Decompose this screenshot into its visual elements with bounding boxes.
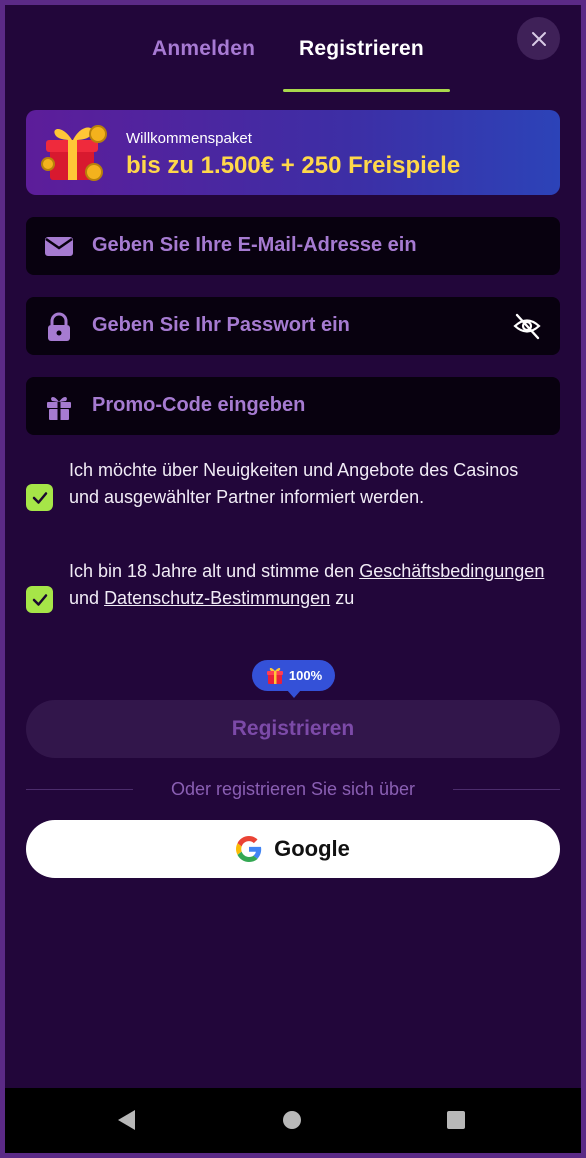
system-nav-bar [5, 1088, 581, 1153]
divider-text: Oder registrieren Sie sich über [170, 779, 416, 799]
gift-coins-icon [41, 125, 107, 181]
welcome-banner[interactable]: Willkommenspaket bis zu 1.500€ + 250 Fre… [26, 110, 560, 195]
promo-placeholder: Promo-Code eingeben [92, 394, 306, 416]
eye-off-icon[interactable] [512, 311, 542, 341]
password-placeholder: Geben Sie Ihr Passwort ein [92, 314, 350, 336]
bonus-badge: 100% [252, 660, 335, 698]
recents-icon[interactable] [446, 1110, 466, 1130]
google-label: Google [274, 836, 350, 861]
age-and: und [69, 588, 100, 608]
terms-checkbox[interactable] [26, 586, 53, 613]
lock-icon [48, 312, 70, 341]
gift-icon [266, 667, 283, 684]
banner-headline: bis zu 1.500€ + 250 Freispiele [126, 152, 461, 179]
home-icon[interactable] [282, 1110, 302, 1130]
banner-subtitle: Willkommenspaket [126, 130, 252, 147]
tab-login[interactable]: Anmelden [152, 37, 255, 61]
promo-code-field[interactable]: Promo-Code eingeben [26, 377, 560, 435]
terms-link[interactable]: Geschäftsbedingungen [359, 561, 544, 581]
active-tab-indicator [283, 89, 450, 92]
age-prefix: Ich bin 18 Jahre alt und stimme den [69, 561, 355, 581]
checkmark-icon [32, 593, 47, 606]
newsletter-consent-text: Ich möchte über Neuigkeiten und Angebote… [69, 460, 519, 507]
back-icon[interactable] [115, 1108, 137, 1132]
alt-signup-divider: Oder registrieren Sie sich über [26, 777, 560, 801]
password-field[interactable]: Geben Sie Ihr Passwort ein [26, 297, 560, 355]
email-field[interactable]: Geben Sie Ihre E-Mail-Adresse ein [26, 217, 560, 275]
newsletter-checkbox[interactable] [26, 484, 53, 511]
age-terms-text: Ich bin 18 Jahre alt und stimme den Gesc… [69, 558, 549, 612]
gift-icon [47, 396, 71, 420]
bonus-percent: 100% [288, 668, 323, 683]
close-icon [531, 31, 546, 46]
envelope-icon [45, 237, 73, 256]
close-button[interactable] [517, 17, 560, 60]
auth-tabs: Anmelden Registrieren [5, 5, 581, 97]
google-logo-icon [236, 836, 262, 862]
privacy-link[interactable]: Datenschutz-Bestimmungen [104, 588, 330, 608]
age-terms-consent: Ich bin 18 Jahre alt und stimme den Gesc… [26, 558, 546, 640]
newsletter-consent: Ich möchte über Neuigkeiten und Angebote… [26, 457, 546, 539]
app-screen: Anmelden Registrieren Willkommenspaket b… [5, 5, 581, 1088]
google-signup-button[interactable]: Google [26, 820, 560, 878]
register-button[interactable]: Registrieren [26, 700, 560, 758]
checkmark-icon [32, 491, 47, 504]
tab-register[interactable]: Registrieren [299, 37, 424, 61]
age-suffix: zu [335, 588, 355, 608]
email-placeholder: Geben Sie Ihre E-Mail-Adresse ein [92, 234, 417, 256]
